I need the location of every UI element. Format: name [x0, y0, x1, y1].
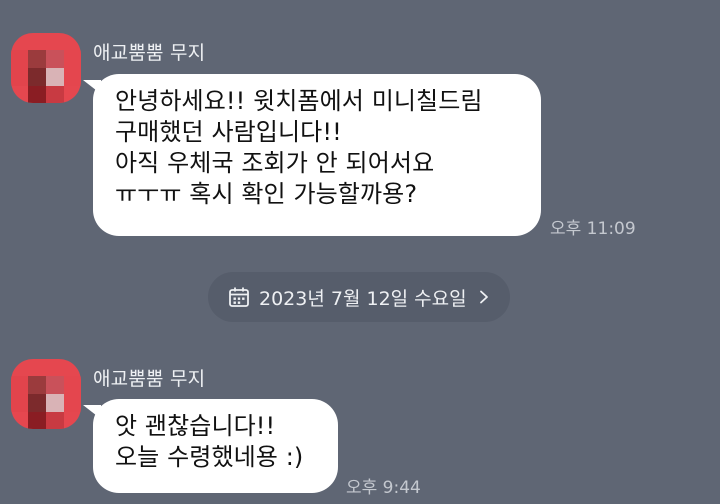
bubble-tail — [83, 80, 101, 94]
message-time: 오후 11:09 — [550, 219, 636, 239]
calendar-icon — [229, 287, 249, 307]
message-line: 오늘 수령했네용 :) — [115, 443, 304, 471]
avatar[interactable] — [11, 33, 81, 103]
sender-name: 애교뿜뿜 무지 — [93, 368, 206, 390]
chevron-right-icon — [479, 290, 488, 304]
date-divider-label: 2023년 7월 12일 수요일 — [259, 287, 467, 310]
bubble-tail — [83, 405, 101, 419]
message-line: ㅠㅜㅠ 혹시 확인 가능할까용? — [115, 180, 418, 208]
message-line: 앗 괜찮습니다!! — [115, 412, 276, 440]
avatar[interactable] — [11, 359, 81, 429]
message-bubble[interactable]: 앗 괜찮습니다!! 오늘 수령했네용 :) — [83, 399, 338, 493]
message-line: 구매했던 사람입니다!! — [115, 118, 342, 146]
sender-name: 애교뿜뿜 무지 — [93, 42, 206, 64]
message-bubble[interactable]: 안녕하세요!! 윗치폼에서 미니칠드림 구매했던 사람입니다!! 아직 우체국 … — [83, 74, 541, 236]
message-line: 안녕하세요!! 윗치폼에서 미니칠드림 — [115, 87, 483, 115]
message-time: 오후 9:44 — [346, 478, 421, 498]
date-divider[interactable]: 2023년 7월 12일 수요일 — [208, 272, 510, 322]
message-line: 아직 우체국 조회가 안 되어서요 — [115, 149, 435, 177]
